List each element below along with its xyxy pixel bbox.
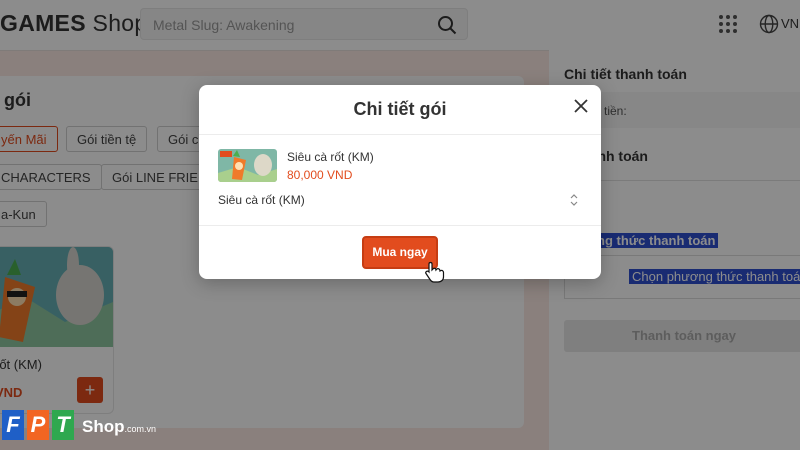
item-thumbnail	[218, 149, 277, 182]
modal-divider-bottom	[199, 225, 601, 226]
item-price: 80,000 VND	[287, 168, 353, 182]
select-arrows-icon[interactable]	[569, 193, 579, 207]
fpt-letter-f: F	[2, 410, 24, 440]
fpt-shop-text: Shop.com.vn	[82, 417, 157, 436]
package-select[interactable]: Siêu cà rốt (KM)	[218, 193, 305, 207]
item-name: Siêu cà rốt (KM)	[287, 150, 374, 164]
modal-divider-top	[199, 134, 601, 135]
fpt-letter-p: P	[27, 410, 49, 440]
modal-title: Chi tiết gói	[353, 99, 447, 119]
hand-cursor-icon	[423, 256, 445, 283]
package-detail-modal: Chi tiết gói Siêu cà rốt (KM) 80,000 VND…	[199, 85, 601, 279]
close-icon[interactable]	[572, 97, 590, 115]
fpt-letter-t: T	[52, 410, 74, 440]
